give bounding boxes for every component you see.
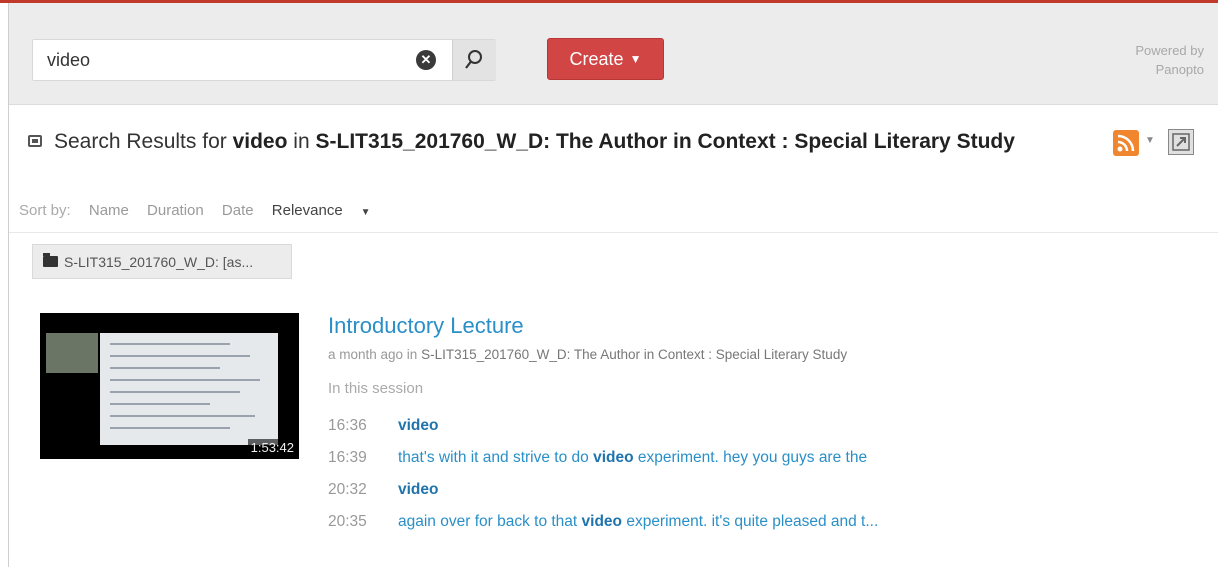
hit-time: 20:32 xyxy=(328,481,367,498)
search-icon xyxy=(465,50,482,69)
session-icon xyxy=(28,135,42,147)
folder-chip-label: S-LIT315_201760_W_D: [as... xyxy=(64,254,254,270)
sort-option-date[interactable]: Date xyxy=(222,202,254,219)
sort-active-label: Relevance xyxy=(271,202,343,219)
folder-icon xyxy=(43,253,58,267)
powered-by-line: Powered by xyxy=(1135,43,1204,58)
hit-time: 20:35 xyxy=(328,513,367,530)
rss-icon xyxy=(1117,134,1135,152)
create-button[interactable]: Create ▼ xyxy=(547,38,664,80)
page-title: Search Results for video in S-LIT315_201… xyxy=(54,130,1015,154)
sort-option-duration[interactable]: Duration xyxy=(147,202,204,219)
rss-dropdown-caret-icon[interactable]: ▼ xyxy=(1145,135,1155,146)
sort-label: Sort by: xyxy=(19,202,71,219)
folder-filter-chip[interactable]: S-LIT315_201760_W_D: [as... xyxy=(32,244,292,279)
search-results-title: Search Results for video in S-LIT315_201… xyxy=(28,122,1208,162)
title-connector: in xyxy=(293,130,310,153)
clear-icon: ✕ xyxy=(420,52,432,67)
header-bar: ✕ Create ▼ Powered by Panopto xyxy=(9,3,1218,105)
search-button[interactable] xyxy=(452,40,496,80)
hit-snippet: again over for back to that video experi… xyxy=(398,513,879,530)
chevron-down-icon: ▼ xyxy=(360,207,371,218)
search-box: ✕ xyxy=(32,39,496,81)
slide-preview xyxy=(100,333,278,445)
popout-icon xyxy=(1172,133,1190,151)
divider xyxy=(9,232,1218,233)
powered-by[interactable]: Powered by Panopto xyxy=(1135,41,1204,79)
title-query: video xyxy=(232,130,288,153)
sort-option-relevance[interactable]: Relevance ▼ xyxy=(272,202,385,219)
title-prefix: Search Results for xyxy=(54,130,227,153)
hit-time: 16:36 xyxy=(328,417,367,434)
result-title-link[interactable]: Introductory Lecture xyxy=(328,313,524,339)
panopto-brand: Panopto xyxy=(1155,62,1204,77)
duration-badge: 1:53:42 xyxy=(247,439,297,456)
search-input[interactable] xyxy=(47,40,407,80)
clear-search-button[interactable]: ✕ xyxy=(416,50,436,70)
create-label: Create xyxy=(569,49,624,69)
hit-snippet: video xyxy=(398,481,439,498)
result-meta: a month ago in S-LIT315_201760_W_D: The … xyxy=(328,347,847,362)
sort-option-name[interactable]: Name xyxy=(89,202,129,219)
in-session-label: In this session xyxy=(328,380,424,397)
session-thumbnail[interactable]: 1:53:42 xyxy=(40,313,299,459)
hit-snippet: video xyxy=(398,417,439,434)
rss-button[interactable] xyxy=(1113,130,1139,156)
dropdown-caret-icon: ▼ xyxy=(629,52,642,66)
hit-snippet: that's with it and strive to do video ex… xyxy=(398,449,868,466)
title-folder: S-LIT315_201760_W_D: The Author in Conte… xyxy=(315,130,1015,153)
popout-button[interactable] xyxy=(1168,129,1194,155)
hit-time: 16:39 xyxy=(328,449,367,466)
result-folder-link[interactable]: S-LIT315_201760_W_D: The Author in Conte… xyxy=(421,347,847,362)
camera-feed xyxy=(46,333,98,373)
sort-bar: Sort by: Name Duration Date Relevance ▼ xyxy=(19,202,399,222)
result-time: a month ago in xyxy=(328,347,418,362)
